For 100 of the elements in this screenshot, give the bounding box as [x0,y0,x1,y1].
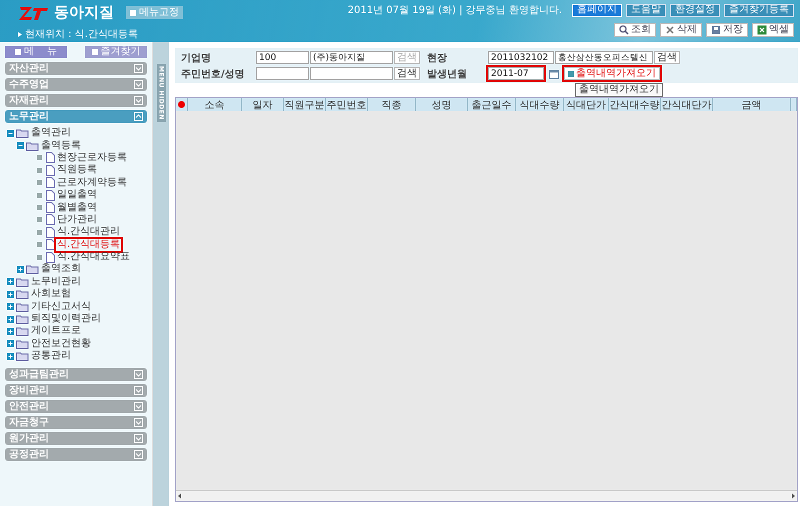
delete-button[interactable]: 삭제 [660,23,702,37]
folder-icon [16,338,29,349]
tree-item[interactable]: 근로자계약등록 [57,178,127,188]
search-button[interactable]: 검색 [654,51,680,64]
scroll-right-icon[interactable] [789,492,797,500]
tree-item[interactable]: 현장근로자등록 [57,152,127,163]
collapse-icon [134,112,143,121]
expand-icon[interactable] [7,328,14,335]
bullet-icon [37,180,42,186]
header-link[interactable]: 즐겨찾기등록 [724,4,794,16]
document-icon [46,226,55,238]
tree-item[interactable]: 일일출역 [57,190,97,200]
header-link[interactable]: 환경설정 [670,4,720,16]
expand-icon [134,402,143,412]
document-icon [46,202,55,214]
folder-icon [26,140,39,151]
search-icon [619,25,629,35]
tree-item[interactable]: 퇴직및이력관리 [31,314,101,324]
input-field[interactable] [310,67,393,80]
tree-item[interactable]: 공통관리 [31,351,71,362]
search-button[interactable]: 조회 [614,23,656,37]
bullet-icon [37,192,42,198]
spreadsheet-icon [757,25,767,35]
input-field[interactable]: 홍산삼산동오피스텔신 [555,51,653,64]
expand-icon [134,96,143,105]
expand-icon [134,450,143,460]
expand-icon [134,64,143,73]
document-icon [46,164,55,176]
input-field[interactable] [256,67,309,80]
expand-icon [134,370,143,380]
folder-icon [16,128,29,138]
bullet-icon [37,205,42,210]
document-icon [46,190,55,201]
folder-icon [16,326,29,336]
tree-item[interactable]: 노무비관리 [31,276,81,287]
search-button[interactable]: 검색 [394,67,420,80]
expand-icon[interactable] [7,340,14,348]
calendar-icon[interactable] [549,68,559,78]
logo-text: 동아지질 [54,3,114,22]
bullet-icon [37,217,42,222]
bullet-icon [37,155,42,160]
status-dot-icon [178,101,185,108]
document-icon [46,214,55,226]
save-icon [711,25,721,35]
bullet-icon [37,254,42,260]
field-label: 주민번호/성명 [181,68,246,80]
folder-icon [16,314,29,324]
tree-item[interactable]: 안전보건현황 [31,338,91,349]
field-label: 발생년월 [427,68,468,80]
expand-icon[interactable] [7,278,14,286]
tree-item[interactable]: 식.간식대등록 [57,240,120,250]
bullet-icon [37,242,42,248]
tree-item[interactable]: 사회보험 [31,289,71,300]
expand-icon[interactable] [7,316,14,323]
expand-icon[interactable] [7,352,14,360]
tree-item[interactable]: 식.간식대요약표 [57,252,130,262]
collapse-icon[interactable] [7,130,14,137]
document-icon [46,252,55,263]
expand-icon[interactable] [7,290,14,298]
folder-icon [16,276,29,287]
horizontal-scrollbar[interactable] [176,490,797,501]
folder-icon [16,302,29,312]
document-icon [46,177,55,188]
save-button[interactable]: 저장 [706,23,748,37]
excel-button[interactable]: 엑셀 [752,23,794,37]
collapse-icon[interactable] [17,142,24,150]
tree-item[interactable]: 기타신고서식 [31,302,91,312]
document-icon [46,152,55,164]
month-field[interactable]: 2011-07 [488,67,544,80]
expand-icon [134,386,143,396]
header-link[interactable]: 홈페이지 [572,4,622,16]
tree-item[interactable]: 단가관리 [57,214,97,225]
expand-icon [134,418,143,428]
tree-item[interactable]: 게이트프로 [31,326,81,336]
folder-icon [16,351,29,362]
expand-icon[interactable] [17,266,24,273]
tree-item[interactable]: 출역관리 [31,128,71,138]
tree-item[interactable]: 월별출역 [57,202,97,213]
scroll-left-icon[interactable] [176,492,184,500]
expand-icon [134,80,143,89]
tree-item[interactable]: 출역등록 [41,140,81,151]
delete-icon [665,25,675,35]
input-field[interactable]: (주)동아지질 [310,51,393,64]
bullet-icon [37,230,42,235]
folder-icon [26,264,39,274]
expand-icon[interactable] [7,303,14,310]
bullet-icon [18,32,22,36]
tree-item[interactable]: 출역조회 [41,264,81,274]
field-label: 현장 [427,52,448,64]
input-field[interactable]: 100 [256,51,309,64]
logo-icon [18,4,50,20]
greeting-text: 2011년 07월 19일 (화) | 강무중님 환영합니다. [348,4,562,17]
tooltip: 출역내역가져오기 [575,83,663,97]
tree-item[interactable]: 식.간식대관리 [57,227,120,238]
fetch-button[interactable]: 출역내역가져오기 [564,67,660,80]
input-field[interactable]: 2011032102 [488,51,554,64]
header-link[interactable]: 도움말 [626,4,666,16]
tree-item[interactable]: 직원등록 [57,165,97,176]
bullet-icon [37,168,42,173]
breadcrumb: 현재위치 : 식.간식대등록 [25,28,138,41]
